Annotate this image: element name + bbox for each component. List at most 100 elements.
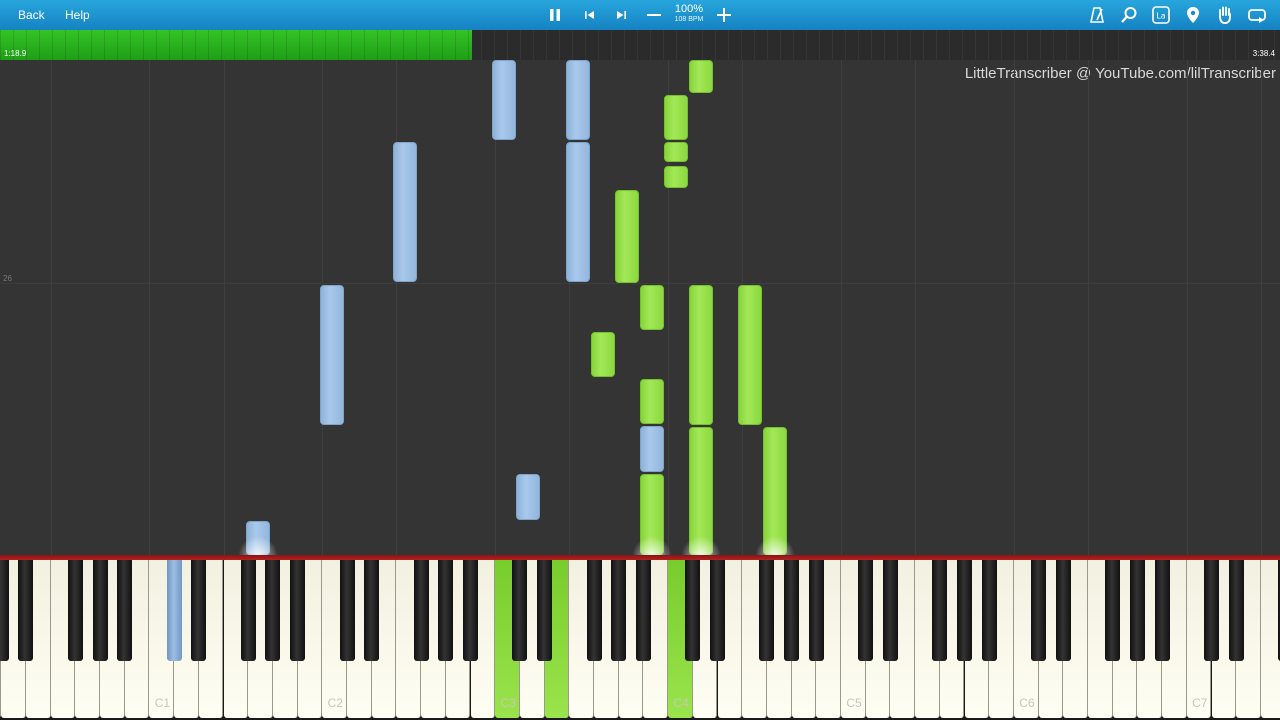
pause-icon[interactable] <box>544 4 566 26</box>
black-key[interactable] <box>685 560 701 661</box>
octave-label: C7 <box>1192 696 1208 710</box>
help-button[interactable]: Help <box>57 5 98 25</box>
black-key[interactable] <box>92 560 108 661</box>
search-icon[interactable] <box>1118 4 1140 26</box>
note-hit-glow <box>238 536 278 555</box>
right-hand-note <box>640 285 664 330</box>
black-key[interactable] <box>0 560 9 661</box>
black-key[interactable] <box>759 560 775 661</box>
black-key[interactable] <box>1154 560 1170 661</box>
black-key[interactable] <box>117 560 133 661</box>
black-key[interactable] <box>339 560 355 661</box>
left-hand-note <box>492 60 516 140</box>
right-hand-note <box>664 95 688 140</box>
black-key[interactable] <box>512 560 528 661</box>
black-key[interactable] <box>1204 560 1219 661</box>
grid-line <box>1261 60 1262 555</box>
grid-line <box>915 60 916 555</box>
black-key[interactable] <box>611 560 627 661</box>
black-key[interactable] <box>463 560 478 661</box>
svg-text:La: La <box>1156 12 1165 21</box>
right-hand-note <box>689 60 713 93</box>
note-hit-glow <box>632 536 672 555</box>
note-hit-glow <box>755 536 795 555</box>
octave-label: C3 <box>500 696 516 710</box>
grid-line <box>1014 60 1015 555</box>
right-hand-note <box>640 379 664 424</box>
black-key[interactable] <box>1105 560 1121 661</box>
note-hit-glow <box>681 536 721 555</box>
black-key[interactable] <box>265 560 281 661</box>
black-key[interactable] <box>784 560 800 661</box>
left-hand-note <box>640 426 664 472</box>
black-key[interactable] <box>1055 560 1071 661</box>
tempo-decrease-icon[interactable] <box>643 4 665 26</box>
back-button[interactable]: Back <box>10 5 53 25</box>
black-key[interactable] <box>932 560 948 661</box>
black-key[interactable] <box>808 560 824 661</box>
loop-icon[interactable] <box>1246 4 1268 26</box>
black-key[interactable] <box>1129 560 1145 661</box>
tempo-percent: 100% <box>674 3 704 15</box>
tempo-display: 100% 108 BPM <box>668 3 710 24</box>
black-key[interactable] <box>67 560 83 661</box>
tempo-bpm: 108 BPM <box>674 16 704 23</box>
black-key[interactable] <box>537 560 553 661</box>
black-key[interactable] <box>882 560 898 661</box>
black-key[interactable] <box>635 560 651 661</box>
hand-icon[interactable] <box>1214 4 1236 26</box>
black-key[interactable] <box>858 560 874 661</box>
black-key[interactable] <box>413 560 429 661</box>
right-hand-note <box>664 142 688 162</box>
progress-fill <box>0 30 473 60</box>
octave-label: C1 <box>154 696 171 710</box>
song-progress-bar[interactable]: 1:18.9 3:38.4 <box>0 30 1280 61</box>
right-hand-note <box>738 285 762 425</box>
grid-line <box>1187 60 1188 555</box>
black-key[interactable] <box>290 560 306 661</box>
black-key[interactable] <box>1031 560 1047 661</box>
octave-label: C4 <box>673 696 689 710</box>
right-hand-note <box>664 166 688 188</box>
tempo-increase-icon[interactable] <box>713 4 735 26</box>
total-time: 3:38.4 <box>1252 49 1275 58</box>
grid-line <box>841 60 842 555</box>
grid-line <box>396 60 397 555</box>
label-icon[interactable]: La <box>1150 4 1172 26</box>
black-key[interactable] <box>438 560 454 661</box>
skip-forward-icon[interactable] <box>610 4 632 26</box>
measure-number: 26 <box>3 274 12 283</box>
black-key[interactable] <box>1228 560 1244 661</box>
right-hand-note <box>689 285 713 425</box>
black-key[interactable] <box>957 560 972 661</box>
grid-line <box>51 60 52 555</box>
octave-label: C2 <box>327 696 343 710</box>
piano-keyboard[interactable]: C0 C1 C2 C3 C4 C5 C6 C7 <box>0 555 1280 720</box>
left-hand-note <box>566 142 590 282</box>
left-hand-note <box>320 285 344 425</box>
grid-line <box>224 60 225 555</box>
black-key[interactable] <box>981 560 997 661</box>
black-key[interactable] <box>364 560 380 661</box>
black-key[interactable] <box>18 560 34 661</box>
right-hand-note <box>591 332 615 377</box>
black-key[interactable] <box>191 560 207 661</box>
left-hand-note <box>566 60 590 140</box>
falling-notes-area: 26 LittleTranscriber @ YouTube.com/lilTr… <box>0 60 1280 555</box>
current-time: 1:18.9 <box>4 49 27 58</box>
black-key[interactable] <box>166 560 182 661</box>
left-hand-note <box>393 142 417 282</box>
map-pin-icon[interactable] <box>1182 4 1204 26</box>
toolbar: Back Help 100% 108 BPM La <box>0 0 1280 30</box>
watermark: LittleTranscriber @ YouTube.com/lilTrans… <box>964 65 1276 82</box>
metronome-icon[interactable] <box>1086 4 1108 26</box>
octave-label: C5 <box>846 696 862 710</box>
black-key[interactable] <box>586 560 602 661</box>
octave-label: C0 <box>0 696 2 710</box>
black-key[interactable] <box>710 560 725 661</box>
black-key[interactable] <box>240 560 256 661</box>
octave-label: C6 <box>1019 696 1035 710</box>
grid-line <box>1088 60 1089 555</box>
skip-back-icon[interactable] <box>579 4 601 26</box>
left-hand-note <box>516 474 540 520</box>
